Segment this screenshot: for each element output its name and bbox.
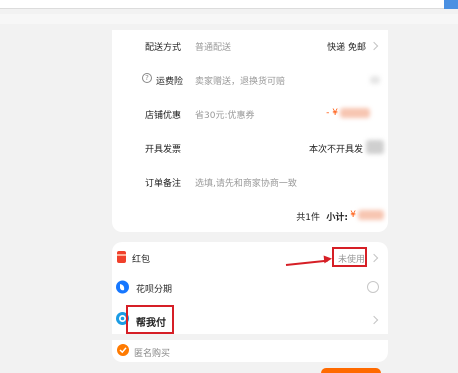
order-details-card: 配送方式 普通配送 快递 免邮 ? 运费险 卖家赠送，退换货可赔 店铺优惠 省3… [112, 30, 388, 232]
blurred-chevron [366, 140, 384, 154]
shipping-value: 快递 免邮 [327, 43, 366, 53]
question-icon: ? [142, 73, 152, 83]
huabei-radio[interactable] [367, 281, 379, 293]
browser-accent [444, 0, 458, 9]
item-count: 共1件 [296, 213, 320, 223]
anonymous-row[interactable]: 匿名购买 [112, 342, 388, 362]
annotation-box-help-pay [126, 305, 174, 334]
shop-discount-value: - ¥ [326, 108, 338, 118]
order-page: { "shipping": {"label": "配送方式", "sub": "… [0, 0, 458, 373]
order-note-row[interactable]: 订单备注 选填,请先和商家协商一致 [112, 172, 388, 192]
browser-top-bar [0, 0, 458, 9]
order-note-label: 订单备注 [145, 179, 182, 189]
chevron-right-icon [369, 41, 379, 51]
invoice-value: 本次不开具发 [308, 145, 363, 155]
red-packet-label: 红包 [132, 255, 151, 265]
huabei-label: 花呗分期 [136, 285, 173, 295]
invoice-row[interactable]: 开具发票 本次不开具发 [112, 138, 388, 158]
shipping-label: 配送方式 [145, 43, 182, 53]
huabei-row[interactable]: 花呗分期 [112, 278, 388, 298]
anonymous-card: 匿名购买 [112, 340, 388, 362]
shop-discount-row[interactable]: 店铺优惠 省30元:优惠券 - ¥ [112, 104, 388, 124]
order-note-input[interactable]: 选填,请先和商家协商一致 [195, 176, 297, 189]
submit-order-button[interactable] [321, 368, 381, 373]
shipping-method: 普通配送 [195, 43, 232, 53]
blurred-discount-amount [340, 108, 370, 118]
annotation-arrow-head [323, 254, 333, 264]
blurred-subtotal [358, 210, 384, 220]
chevron-right-icon [369, 253, 379, 263]
check-circle-icon[interactable] [117, 344, 129, 356]
subtotal-currency: ¥ [350, 210, 356, 220]
huabei-icon [116, 280, 129, 294]
subtotal-row: 共1件 小计: ¥ [112, 206, 388, 226]
annotation-box-status [332, 247, 367, 267]
shop-discount-desc: 省30元:优惠券 [195, 111, 255, 121]
shipping-row[interactable]: 配送方式 普通配送 快递 免邮 [112, 36, 388, 56]
freight-insurance-desc: 卖家赠送，退换货可赔 [195, 77, 286, 87]
invoice-label: 开具发票 [145, 145, 182, 155]
shop-discount-label: 店铺优惠 [145, 111, 182, 121]
anonymous-label: 匿名购买 [134, 349, 171, 359]
subtotal-label: 小计: [326, 213, 348, 223]
chevron-right-icon [369, 315, 379, 325]
top-divider [0, 14, 458, 24]
red-packet-icon [117, 251, 126, 263]
blurred-toggle [370, 76, 380, 84]
freight-insurance-label: 运费险 [156, 77, 184, 87]
freight-insurance-row[interactable]: ? 运费险 卖家赠送，退换货可赔 [112, 70, 388, 90]
